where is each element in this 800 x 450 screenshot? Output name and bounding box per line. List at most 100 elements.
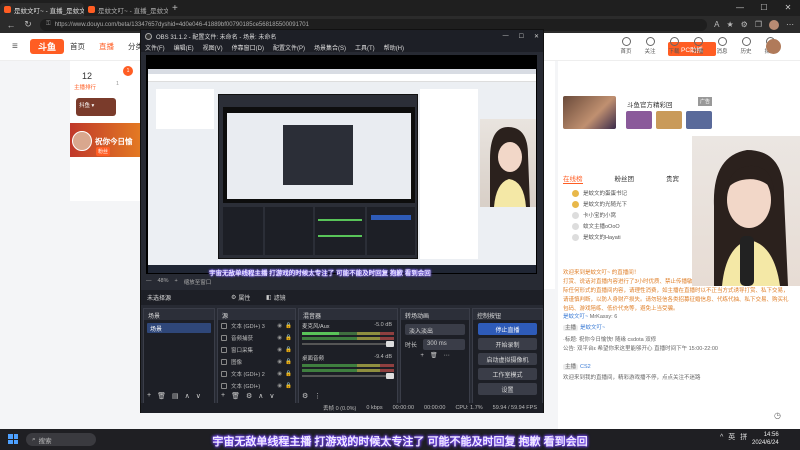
chat-username[interactable]: CS2 bbox=[580, 364, 591, 370]
rank-row[interactable]: 是蚊文的蛋蛋书记 bbox=[572, 189, 712, 197]
settings-button[interactable]: 设置 bbox=[478, 383, 537, 395]
history-icon[interactable]: ◷ bbox=[774, 411, 781, 420]
source-item[interactable]: 窗口采集 ◉ 🔒 bbox=[218, 344, 295, 356]
source-item[interactable]: 图像 ◉ 🔒 bbox=[218, 356, 295, 368]
obs-menu-item[interactable]: 文件(F) bbox=[145, 43, 165, 52]
back-icon[interactable]: ← bbox=[6, 20, 16, 30]
minimize-button[interactable]: — bbox=[728, 0, 752, 14]
obs-menu-item[interactable]: 停靠窗口(D) bbox=[232, 43, 264, 52]
lock-icon[interactable]: 🔒 bbox=[285, 383, 292, 389]
rank-row[interactable]: 卡小宝的小窝 bbox=[572, 211, 712, 219]
tab-vip[interactable]: 贵宾 bbox=[666, 173, 679, 184]
obs-menu-item[interactable]: 配置文件(P) bbox=[273, 43, 305, 52]
level-pill[interactable]: 抖鱼 ▾ bbox=[76, 98, 116, 116]
header-icon-button[interactable]: 下载 bbox=[666, 37, 682, 55]
read-aloud-icon[interactable]: A bbox=[714, 20, 719, 29]
scene-item[interactable]: 场景 bbox=[147, 323, 211, 333]
obs-close-button[interactable]: ✕ bbox=[534, 33, 539, 40]
maximize-button[interactable]: ☐ bbox=[752, 0, 776, 14]
nav-live[interactable]: 直播 bbox=[99, 41, 114, 52]
add-transition-icon[interactable]: + bbox=[420, 353, 424, 359]
promo-image[interactable] bbox=[563, 96, 616, 129]
lock-icon[interactable]: 🔒 bbox=[285, 335, 292, 341]
obs-menu-item[interactable]: 帮助(H) bbox=[384, 43, 404, 52]
obs-menu-item[interactable]: 场景集合(S) bbox=[314, 43, 346, 52]
visibility-icon[interactable]: ◉ bbox=[277, 347, 282, 353]
zoom-level[interactable]: 48% bbox=[158, 278, 169, 286]
visibility-icon[interactable]: ◉ bbox=[277, 359, 282, 365]
lock-icon[interactable]: 🔒 bbox=[285, 347, 292, 353]
obs-minimize-button[interactable]: — bbox=[503, 33, 509, 40]
header-icon-button[interactable]: 历史 bbox=[738, 37, 754, 55]
lock-icon[interactable]: 🔒 bbox=[285, 371, 292, 377]
promo-thumb[interactable] bbox=[656, 111, 682, 129]
source-item[interactable]: 音频捕获 ◉ 🔒 bbox=[218, 332, 295, 344]
duration-input[interactable]: 300 ms bbox=[423, 339, 465, 350]
volume-slider-knob[interactable] bbox=[386, 373, 394, 379]
menu-icon[interactable]: ≡ bbox=[12, 41, 18, 52]
more-icon[interactable]: ⋯ bbox=[786, 20, 794, 29]
rank-label[interactable]: 主播排行 bbox=[74, 83, 96, 91]
transition-more-icon[interactable]: ⋯ bbox=[444, 352, 450, 359]
remove-source-icon[interactable]: 🗑 bbox=[231, 392, 240, 400]
tab-fan-club[interactable]: 粉丝团 bbox=[615, 173, 635, 184]
promo-thumb[interactable] bbox=[626, 111, 652, 129]
new-tab-button[interactable]: + bbox=[172, 3, 178, 14]
obs-maximize-button[interactable]: ☐ bbox=[519, 33, 524, 40]
visibility-icon[interactable]: ◉ bbox=[277, 335, 282, 341]
source-item[interactable]: 文本 (GDI+) ◉ 🔒 bbox=[218, 380, 295, 392]
visibility-icon[interactable]: ◉ bbox=[277, 383, 282, 389]
close-button[interactable]: ✕ bbox=[776, 0, 800, 14]
source-item[interactable]: 文本 (GDI+) 2 ◉ 🔒 bbox=[218, 368, 295, 380]
add-source-icon[interactable]: + bbox=[221, 392, 225, 400]
volume-slider[interactable] bbox=[302, 341, 394, 347]
extensions-icon[interactable]: ⚙ bbox=[741, 20, 748, 29]
rank-row[interactable]: 是蚊文的Hayati bbox=[572, 233, 712, 241]
obs-menu-item[interactable]: 视图(V) bbox=[203, 43, 223, 52]
favorite-star-icon[interactable]: ★ bbox=[726, 20, 733, 29]
add-scene-icon[interactable]: + bbox=[147, 392, 151, 400]
browser-tab[interactable]: 是蚊文叮~ - 直播_是蚊文叮~ - 直播 × bbox=[0, 3, 84, 16]
profile-avatar[interactable] bbox=[769, 19, 779, 30]
rank-row[interactable]: 是蚊文的光随光下 bbox=[572, 200, 712, 208]
browser-tab[interactable]: 是蚊文叮~ - 直播_是蚊文叮~ - 直播 × bbox=[84, 3, 168, 16]
obs-menu-item[interactable]: 工具(T) bbox=[355, 43, 375, 52]
nav-home[interactable]: 首页 bbox=[70, 41, 85, 52]
source-settings-icon[interactable]: ⚙ bbox=[246, 392, 252, 400]
lock-icon[interactable]: 🔒 bbox=[285, 323, 292, 329]
streamer-avatar[interactable] bbox=[72, 131, 92, 151]
move-up-icon[interactable]: ∧ bbox=[185, 392, 190, 400]
transition-select[interactable]: 淡入淡出 bbox=[405, 324, 465, 335]
chat-username[interactable]: 是蚊文叮~ bbox=[580, 325, 605, 331]
lock-icon[interactable]: 🔒 bbox=[285, 359, 292, 365]
promo-thumb[interactable] bbox=[686, 111, 712, 129]
remove-scene-icon[interactable]: 🗑 bbox=[157, 392, 166, 400]
start-recording-button[interactable]: 开始录制 bbox=[478, 338, 537, 350]
volume-slider[interactable] bbox=[302, 373, 394, 379]
obs-preview[interactable] bbox=[146, 55, 537, 274]
visibility-icon[interactable]: ◉ bbox=[277, 371, 282, 377]
more-icon[interactable]: ⋮ bbox=[314, 392, 321, 400]
user-avatar[interactable] bbox=[766, 39, 781, 54]
rank-row[interactable]: 蚊文主播oOoO bbox=[572, 222, 712, 230]
collections-icon[interactable]: ❐ bbox=[755, 20, 762, 29]
virtual-camera-button[interactable]: 启动虚拟摄像机 bbox=[478, 353, 537, 365]
refresh-icon[interactable]: ↻ bbox=[23, 19, 33, 30]
remove-transition-icon[interactable]: 🗑 bbox=[430, 352, 438, 359]
volume-slider-knob[interactable] bbox=[386, 341, 394, 347]
header-icon-button[interactable]: 首页 bbox=[618, 37, 634, 55]
promo-title[interactable]: 斗鱼官方精彩回 bbox=[627, 99, 673, 109]
move-up-icon[interactable]: ∧ bbox=[258, 392, 263, 400]
zoom-in-icon[interactable]: + bbox=[175, 278, 178, 286]
source-item[interactable]: 文本 (GDI+) 3 ◉ 🔒 bbox=[218, 320, 295, 332]
tab-online-rank[interactable]: 在线榜 bbox=[563, 173, 583, 184]
scene-filter-icon[interactable]: ▤ bbox=[172, 392, 179, 400]
douyu-logo[interactable]: 斗鱼 bbox=[30, 39, 64, 54]
move-down-icon[interactable]: ∨ bbox=[196, 392, 201, 400]
header-icon-button[interactable]: 开播 bbox=[690, 37, 706, 55]
zoom-out-icon[interactable]: — bbox=[146, 278, 152, 286]
header-icon-button[interactable]: 消息 bbox=[714, 37, 730, 55]
obs-menu-item[interactable]: 编辑(E) bbox=[174, 43, 194, 52]
chat-username[interactable]: 是蚊文叮~ bbox=[563, 314, 588, 320]
move-down-icon[interactable]: ∨ bbox=[269, 392, 274, 400]
